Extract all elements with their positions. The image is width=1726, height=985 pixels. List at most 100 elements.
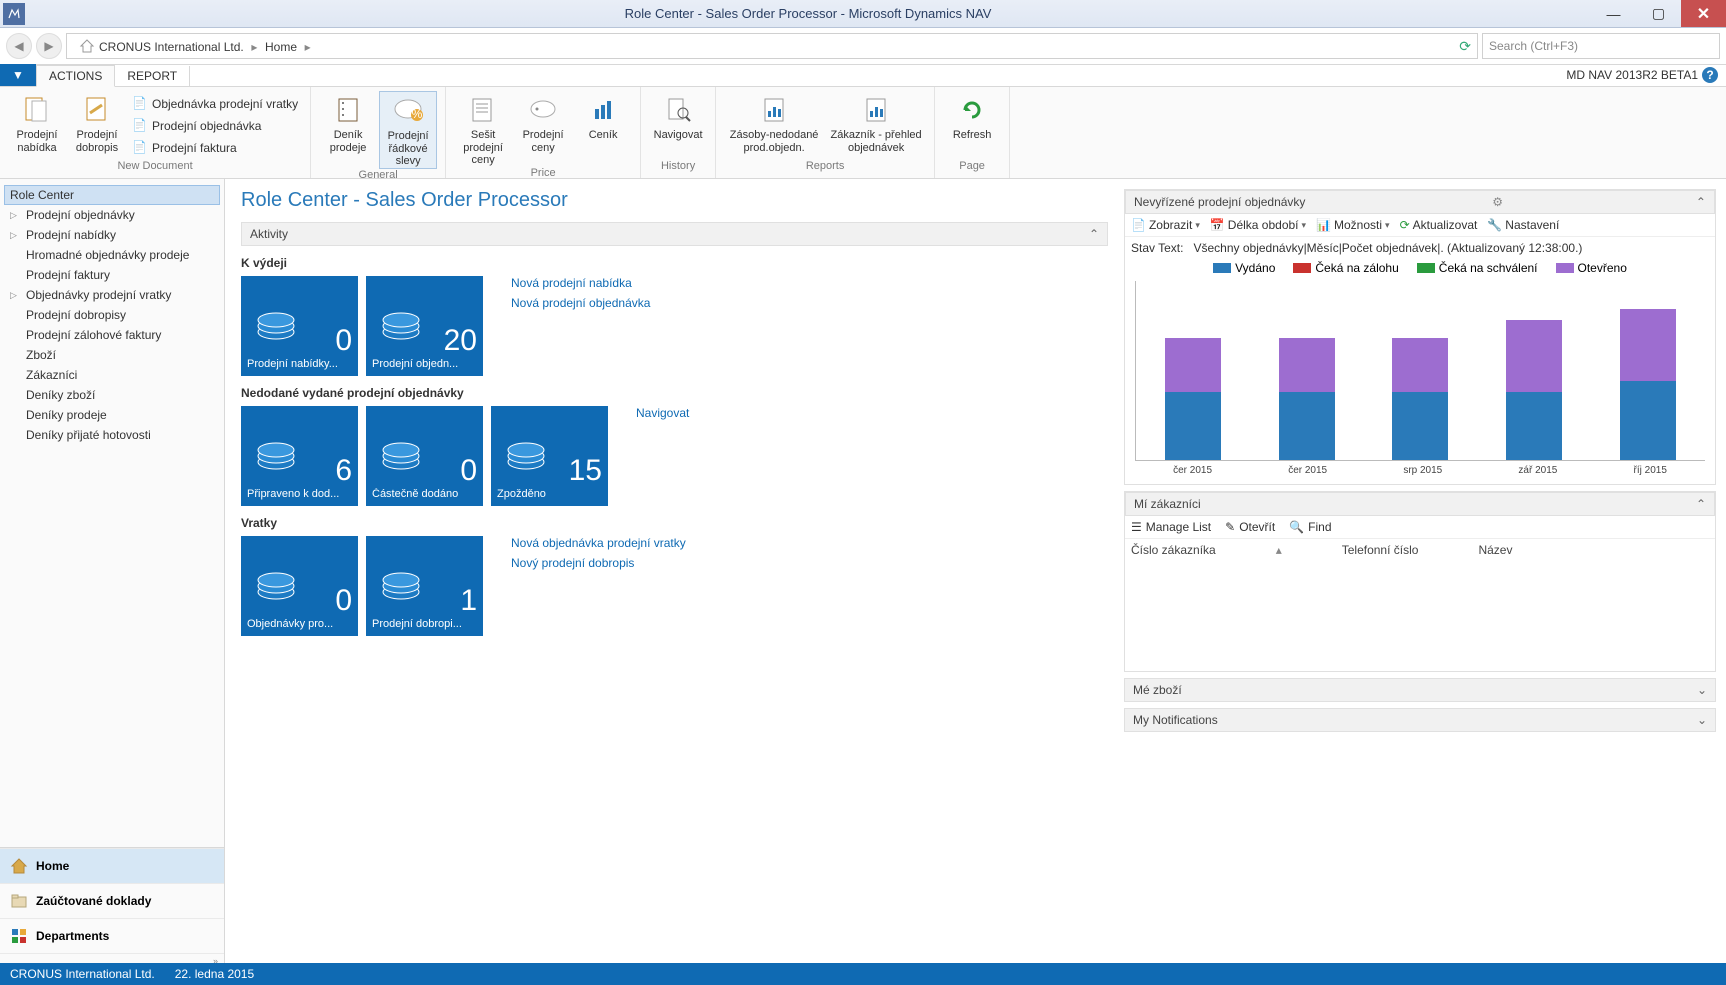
breadcrumb[interactable]: CRONUS International Ltd. ▸ Home ▸ ⟳: [66, 33, 1478, 59]
ribbon-pricelist[interactable]: Ceník: [574, 91, 632, 167]
sidebar-expand-icon[interactable]: »: [0, 953, 224, 963]
help-icon[interactable]: ?: [1702, 67, 1718, 83]
chart-bar[interactable]: [1620, 309, 1676, 460]
sidebar-item[interactable]: Prodejní nabídky: [4, 225, 220, 245]
chart-part: Nevyřízené prodejní objednávky ⚙ ⌃ 📄 Zob…: [1124, 189, 1716, 485]
chart-period-button[interactable]: 📅 Délka období: [1210, 218, 1306, 232]
document-icon: [20, 93, 54, 127]
ribbon-sales-journal[interactable]: Deník prodeje: [319, 91, 377, 169]
minimize-button[interactable]: —: [1591, 0, 1636, 27]
status-date: 22. ledna 2015: [175, 967, 254, 981]
ribbon-file-button[interactable]: ▼: [0, 64, 36, 86]
expand-icon[interactable]: ⌄: [1697, 713, 1707, 727]
quick-link[interactable]: Nová prodejní nabídka: [511, 276, 650, 290]
activity-tile[interactable]: 0Objednávky pro...: [241, 536, 358, 636]
expand-icon[interactable]: ⌄: [1697, 683, 1707, 697]
sidebar-item[interactable]: Hromadné objednávky prodeje: [4, 245, 220, 265]
ribbon-refresh[interactable]: Refresh: [943, 91, 1001, 160]
ribbon-customer-report[interactable]: Zákazník - přehled objednávek: [826, 91, 926, 160]
sidebar-item[interactable]: Zboží: [4, 345, 220, 365]
tab-report[interactable]: REPORT: [115, 66, 190, 86]
breadcrumb-company[interactable]: CRONUS International Ltd.: [99, 40, 244, 54]
my-customers-title: Mí zákazníci: [1134, 497, 1201, 511]
ribbon-price-worksheet[interactable]: Sešit prodejní ceny: [454, 91, 512, 167]
sidebar-item[interactable]: Prodejní faktury: [4, 265, 220, 285]
activity-section-title: Nedodané vydané prodejní objednávky: [241, 386, 1108, 400]
activity-tile[interactable]: 1Prodejní dobropi...: [366, 536, 483, 636]
sidebar: Role CenterProdejní objednávkyProdejní n…: [0, 179, 225, 963]
status-company: CRONUS International Ltd.: [10, 967, 155, 981]
activity-tile[interactable]: 6Připraveno k dod...: [241, 406, 358, 506]
sidebar-item[interactable]: Deníky přijaté hotovosti: [4, 425, 220, 445]
activity-tile[interactable]: 0Prodejní nabídky...: [241, 276, 358, 376]
collapse-icon[interactable]: ⌃: [1696, 195, 1706, 209]
col-name[interactable]: Název: [1478, 543, 1512, 557]
sidebar-item[interactable]: Zákazníci: [4, 365, 220, 385]
chart-bar[interactable]: [1279, 338, 1335, 460]
collapse-icon[interactable]: ⌃: [1696, 497, 1706, 511]
refresh-icon[interactable]: ⟳: [1459, 38, 1471, 55]
quick-link[interactable]: Navigovat: [636, 406, 689, 420]
sidebar-item[interactable]: Prodejní zálohové faktury: [4, 325, 220, 345]
nav-posted-docs[interactable]: Zaúčtované doklady: [0, 883, 224, 918]
find-button[interactable]: 🔍 Find: [1289, 520, 1331, 534]
gear-icon[interactable]: ⚙: [1492, 195, 1503, 209]
nav-list: Role CenterProdejní objednávkyProdejní n…: [0, 179, 224, 847]
report-icon: [757, 93, 791, 127]
activities-header: Aktivity ⌃: [241, 222, 1108, 246]
col-phone[interactable]: Telefonní číslo: [1342, 543, 1419, 557]
breadcrumb-bar: ◀ ▶ CRONUS International Ltd. ▸ Home ▸ ⟳…: [0, 28, 1726, 65]
tab-actions[interactable]: ACTIONS: [36, 65, 115, 87]
sidebar-item[interactable]: Objednávky prodejní vratky: [4, 285, 220, 305]
ribbon-tabs: ▼ ACTIONS REPORT MD NAV 2013R2 BETA1 ?: [0, 65, 1726, 87]
open-button[interactable]: ✎ Otevřít: [1225, 520, 1275, 534]
quick-link[interactable]: Nová objednávka prodejní vratky: [511, 536, 686, 550]
nav-home[interactable]: Home: [0, 848, 224, 883]
sidebar-item[interactable]: Prodejní objednávky: [4, 205, 220, 225]
ribbon-navigate[interactable]: Navigovat: [649, 91, 707, 160]
sidebar-item[interactable]: Deníky zboží: [4, 385, 220, 405]
sidebar-item[interactable]: Deníky prodeje: [4, 405, 220, 425]
maximize-button[interactable]: ▢: [1636, 0, 1681, 27]
chart-bar[interactable]: [1392, 338, 1448, 460]
quick-link[interactable]: Nová prodejní objednávka: [511, 296, 650, 310]
activity-tile[interactable]: 20Prodejní objedn...: [366, 276, 483, 376]
chart-options-button[interactable]: 📊 Možnosti: [1316, 218, 1390, 232]
activity-section-title: K výdeji: [241, 256, 1108, 270]
page-title: Role Center - Sales Order Processor: [241, 189, 1108, 212]
ribbon-sales-order[interactable]: 📄Prodejní objednávka: [128, 116, 302, 136]
chart-status-text: Všechny objednávky|Měsíc|Počet objednáve…: [1194, 241, 1583, 255]
my-notifications-part[interactable]: My Notifications ⌄: [1124, 708, 1716, 732]
status-bar: CRONUS International Ltd. 22. ledna 2015: [0, 963, 1726, 985]
ribbon-inventory-report[interactable]: Zásoby-nedodané prod.objedn.: [724, 91, 824, 160]
my-items-part[interactable]: Mé zboží ⌄: [1124, 678, 1716, 702]
nav-departments[interactable]: Departments: [0, 918, 224, 953]
ribbon-sales-credit[interactable]: Prodejní dobropis: [68, 91, 126, 160]
col-customer-no[interactable]: Číslo zákazníka: [1131, 543, 1216, 557]
sidebar-item[interactable]: Role Center: [4, 185, 220, 205]
manage-list-button[interactable]: ☰ Manage List: [1131, 520, 1211, 534]
ribbon-sales-invoice[interactable]: 📄Prodejní faktura: [128, 138, 302, 158]
back-button[interactable]: ◀: [6, 33, 32, 59]
chart-refresh-button[interactable]: ⟳ Aktualizovat: [1400, 218, 1478, 232]
forward-button[interactable]: ▶: [36, 33, 62, 59]
ribbon-sales-quote[interactable]: Prodejní nabídka: [8, 91, 66, 160]
departments-icon: [10, 927, 28, 945]
activity-tile[interactable]: 15Zpožděno: [491, 406, 608, 506]
collapse-icon[interactable]: ⌃: [1089, 227, 1099, 241]
search-input[interactable]: Search (Ctrl+F3): [1482, 33, 1720, 59]
quick-link[interactable]: Nový prodejní dobropis: [511, 556, 686, 570]
chart-status-label: Stav Text:: [1131, 241, 1183, 255]
activity-tile[interactable]: 0Částečně dodáno: [366, 406, 483, 506]
chart-bar[interactable]: [1165, 338, 1221, 460]
ribbon-return-order[interactable]: 📄Objednávka prodejní vratky: [128, 94, 302, 114]
ribbon-line-discounts[interactable]: % Prodejní řádkové slevy: [379, 91, 437, 169]
chart-bar[interactable]: [1506, 320, 1562, 460]
chart-settings-button[interactable]: 🔧 Nastavení: [1487, 218, 1559, 232]
ribbon-sales-prices[interactable]: Prodejní ceny: [514, 91, 572, 167]
folder-icon: [10, 892, 28, 910]
chart-show-button[interactable]: 📄 Zobrazit: [1131, 218, 1200, 232]
sidebar-item[interactable]: Prodejní dobropisy: [4, 305, 220, 325]
close-button[interactable]: ✕: [1681, 0, 1726, 27]
breadcrumb-page[interactable]: Home: [265, 40, 297, 54]
